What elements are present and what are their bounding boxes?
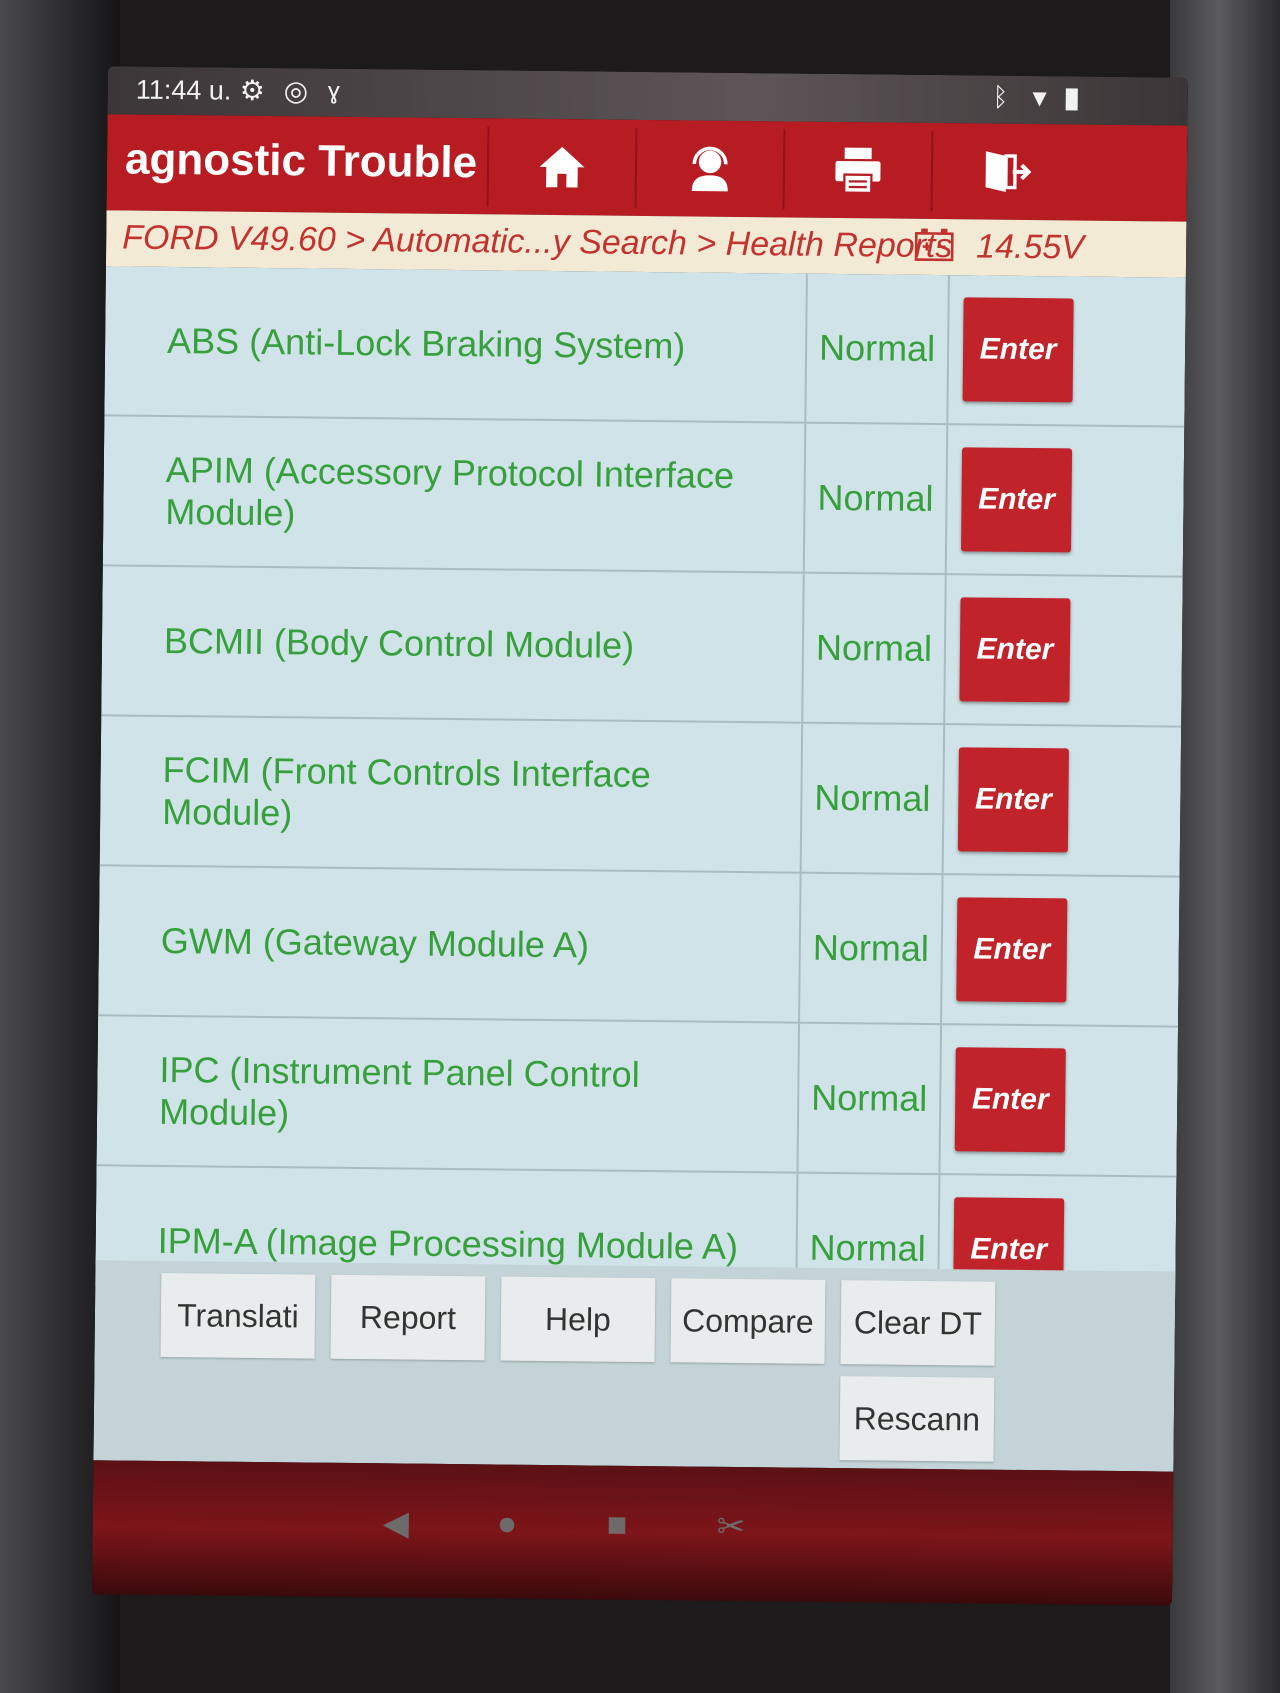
enter-button[interactable]: Enter xyxy=(956,897,1068,1003)
page-title: agnostic Trouble xyxy=(124,134,478,188)
home-button[interactable] xyxy=(486,126,636,208)
module-status: Normal xyxy=(796,1023,943,1174)
wifi-icon: ▼ xyxy=(1027,84,1052,113)
bluetooth-scan-icon: ◎ xyxy=(283,75,309,107)
support-button[interactable] xyxy=(634,127,784,210)
enter-button[interactable]: Enter xyxy=(959,597,1071,703)
home-icon xyxy=(539,146,585,188)
module-name: GWM (Gateway Module A) xyxy=(160,919,590,966)
module-row: GWM (Gateway Module A) Normal Enter xyxy=(98,866,1180,1028)
enter-button[interactable]: Enter xyxy=(962,297,1074,403)
gear-icon: ⚙ xyxy=(239,74,266,106)
enter-button[interactable]: Enter xyxy=(957,747,1069,853)
breadcrumb-path: FORD V49.60 > Automatic...y Search > Hea… xyxy=(122,218,953,266)
report-button[interactable]: Report xyxy=(330,1274,486,1361)
module-name: FCIM (Front Controls Interface Module) xyxy=(162,748,651,834)
status-time: 11:44 u. xyxy=(135,74,232,106)
enter-button[interactable]: Enter xyxy=(960,447,1073,553)
printer-icon xyxy=(835,147,881,194)
bluetooth-icon: ᛒ xyxy=(992,81,1009,112)
module-name: BCMII (Body Control Module) xyxy=(163,619,635,666)
battery-icon xyxy=(1065,88,1078,111)
module-name: APIM (Accessory Protocol Interface Modul… xyxy=(165,448,735,534)
exit-button[interactable] xyxy=(930,130,1080,213)
print-button[interactable] xyxy=(782,129,932,211)
compare-button[interactable]: Compare xyxy=(670,1278,826,1364)
app-header: agnostic Trouble xyxy=(106,114,1188,222)
clear-dtc-button[interactable]: Clear DT xyxy=(840,1280,996,1366)
module-status: Normal xyxy=(799,723,946,874)
module-row: IPC (Instrument Panel Control Module) No… xyxy=(96,1016,1179,1178)
support-agent-icon xyxy=(691,146,728,192)
device-screen: 11:44 u. ⚙ ◎ ɣ ᛒ ▼ agnostic Trouble FORD… xyxy=(92,66,1188,1606)
battery-voltage-icon xyxy=(914,228,954,262)
rescan-button[interactable]: Rescann xyxy=(839,1376,995,1462)
home-circle-icon[interactable]: ● xyxy=(497,1504,518,1543)
module-row: APIM (Accessory Protocol Interface Modul… xyxy=(102,416,1185,578)
recents-icon[interactable]: ■ xyxy=(607,1506,628,1545)
device-bezel-right xyxy=(1170,0,1280,1693)
module-table: ABS (Anti-Lock Braking System) Normal En… xyxy=(94,266,1186,1328)
module-row: ABS (Anti-Lock Braking System) Normal En… xyxy=(104,266,1186,428)
module-status: Normal xyxy=(804,273,950,424)
module-status: Normal xyxy=(802,423,949,574)
screenshot-icon[interactable]: ✂ xyxy=(717,1507,746,1547)
module-name: ABS (Anti-Lock Braking System) xyxy=(166,319,686,367)
stethoscope-icon: ɣ xyxy=(327,77,340,105)
module-name: IPC (Instrument Panel Control Module) xyxy=(158,1048,640,1134)
module-row: FCIM (Front Controls Interface Module) N… xyxy=(99,716,1182,878)
exit-icon xyxy=(985,151,1032,193)
module-row: BCMII (Body Control Module) Normal Enter xyxy=(101,566,1183,728)
bottom-toolbar: Translati Report Help Compare Clear DT R… xyxy=(93,1260,1176,1472)
module-status: Normal xyxy=(798,873,944,1024)
module-status: Normal xyxy=(801,573,947,724)
enter-button[interactable]: Enter xyxy=(954,1047,1066,1153)
translate-button[interactable]: Translati xyxy=(160,1272,316,1359)
battery-voltage: 14.55V xyxy=(975,227,1085,267)
help-button[interactable]: Help xyxy=(500,1276,656,1363)
back-icon[interactable]: ◀ xyxy=(383,1503,410,1543)
system-navigation-bar: ◀ ● ■ ✂ xyxy=(92,1460,1174,1606)
